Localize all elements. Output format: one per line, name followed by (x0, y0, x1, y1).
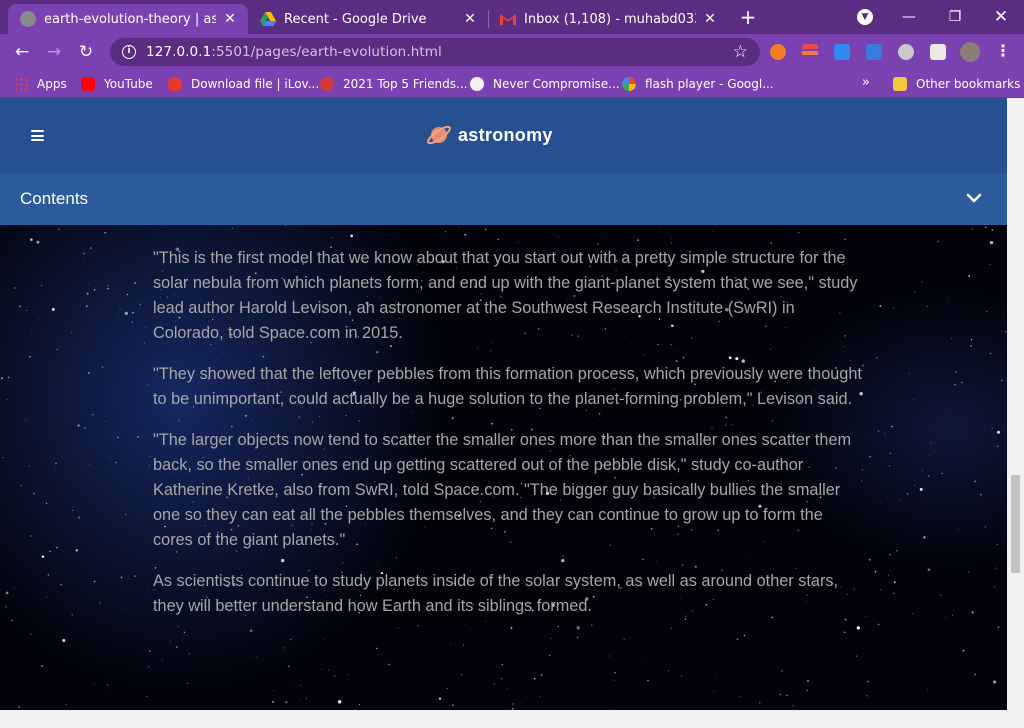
extension-screen-icon[interactable] (866, 44, 882, 60)
article-paragraph: "The larger objects now tend to scatter … (153, 431, 852, 549)
extensions-puzzle-icon[interactable] (930, 44, 946, 60)
browser-menu-icon[interactable]: ⋮ (995, 41, 1011, 60)
apps-grid-icon (14, 77, 28, 91)
folder-icon (893, 77, 907, 91)
article-paragraph: "They showed that the leftover pebbles f… (153, 365, 862, 408)
reload-icon[interactable]: ↻ (74, 40, 98, 64)
address-bar[interactable]: i 127.0.0.1:5501/pages/earth-evolution.h… (110, 38, 760, 66)
extension-infinity-icon[interactable] (770, 44, 786, 60)
tab-close-icon[interactable]: ✕ (222, 11, 238, 27)
bookmark-top-friends[interactable]: 2021 Top 5 Friends... (320, 75, 467, 93)
cherry-icon (320, 77, 334, 91)
tab-gmail[interactable]: Inbox (1,108) - muhabd0336@gm ✕ (488, 4, 728, 34)
brand-logo-link[interactable]: astronomy (426, 122, 553, 148)
tab-close-icon[interactable]: ✕ (462, 11, 478, 27)
bookmark-never-compromise[interactable]: Never Compromise... (470, 75, 620, 93)
planet-logo-icon (427, 125, 451, 145)
heart-icon (168, 77, 182, 91)
bookmark-flash-player[interactable]: flash player - Googl... (622, 75, 774, 93)
site-info-icon[interactable]: i (122, 45, 136, 59)
bookmarks-overflow-icon[interactable]: » (862, 75, 870, 90)
gmail-icon (500, 11, 516, 27)
badge-icon (470, 77, 484, 91)
tab-google-drive[interactable]: Recent - Google Drive ✕ (248, 4, 488, 34)
google-icon (622, 77, 636, 91)
contents-label: Contents (20, 189, 89, 208)
scrollbar-thumb[interactable] (1011, 475, 1020, 573)
extension-lines-icon[interactable] (802, 44, 818, 60)
bookmark-ilovepdf[interactable]: Download file | iLov... (168, 75, 319, 93)
back-arrow-icon[interactable]: ← (10, 40, 34, 64)
bookmark-star-icon[interactable]: ☆ (733, 42, 748, 62)
bookmark-other-folder[interactable]: Other bookmarks (893, 75, 1020, 93)
site-header: astronomy (0, 98, 1007, 173)
address-url: 127.0.0.1:5501/pages/earth-evolution.htm… (146, 44, 442, 60)
article-paragraph: As scientists continue to study planets … (153, 572, 839, 615)
tab-title: earth-evolution-theory | astronom (44, 11, 216, 27)
article-body: "This is the first model that we know ab… (153, 246, 863, 635)
minimize-icon[interactable]: — (898, 6, 920, 28)
browser-toolbar: ← → ↻ i 127.0.0.1:5501/pages/earth-evolu… (0, 34, 1024, 70)
page-viewport: astronomy Contents "This is the first mo… (0, 98, 1007, 710)
tab-favicon-icon (20, 11, 36, 27)
youtube-icon (81, 77, 95, 91)
extension-cloud-icon[interactable] (834, 44, 850, 60)
forward-arrow-icon[interactable]: → (42, 40, 66, 64)
tab-search-chevron-icon[interactable]: ▼ (857, 9, 873, 25)
chevron-down-icon (966, 193, 982, 203)
contents-toggle[interactable]: Contents (0, 173, 1007, 225)
extension-globe-icon[interactable] (898, 44, 914, 60)
profile-avatar[interactable] (960, 42, 980, 62)
tab-strip: earth-evolution-theory | astronom ✕ Rece… (0, 0, 1024, 34)
vertical-scrollbar[interactable] (1007, 98, 1024, 710)
hamburger-menu-icon[interactable] (31, 130, 44, 141)
google-drive-icon (260, 11, 276, 27)
page-bottom-strip (0, 710, 1024, 728)
tab-close-icon[interactable]: ✕ (702, 11, 718, 27)
bookmark-youtube[interactable]: YouTube (81, 75, 153, 93)
close-window-icon[interactable]: ✕ (990, 6, 1012, 28)
bookmark-apps[interactable]: Apps (14, 75, 67, 93)
restore-icon[interactable]: ❐ (944, 6, 966, 28)
tab-earth-evolution[interactable]: earth-evolution-theory | astronom ✕ (8, 4, 248, 34)
brand-name: astronomy (458, 124, 553, 145)
tab-title: Recent - Google Drive (284, 11, 427, 27)
bookmarks-bar: Apps YouTube Download file | iLov... 202… (0, 70, 1024, 98)
article-paragraph: "This is the first model that we know ab… (153, 249, 858, 342)
new-tab-plus-icon[interactable]: + (738, 7, 758, 27)
tab-title: Inbox (1,108) - muhabd0336@gm (524, 11, 696, 27)
